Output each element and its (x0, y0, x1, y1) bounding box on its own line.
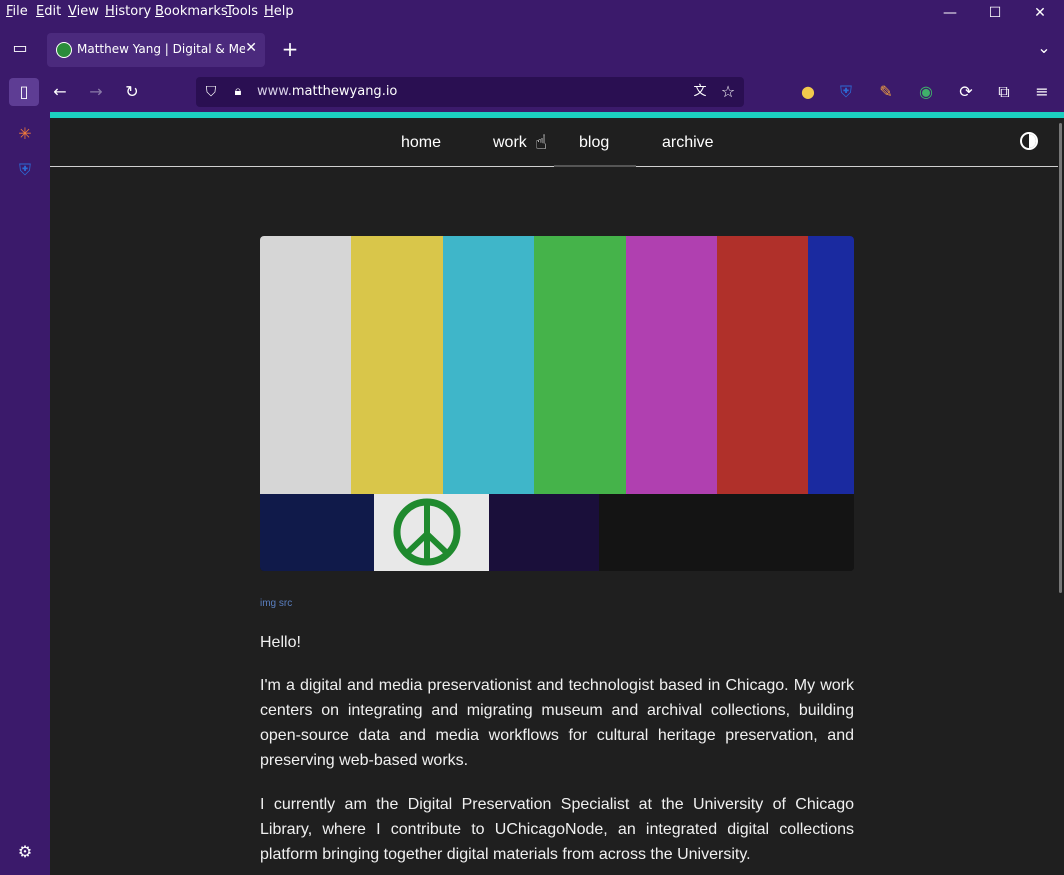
greeting: Hello! (260, 634, 301, 651)
site-navigation: home work blog archive (50, 118, 1060, 167)
browser-sidebar: ✳ ⛨ ⚙ (0, 112, 50, 875)
sync-icon[interactable]: ⟳ (954, 80, 978, 104)
menu-tools[interactable]: Tools (226, 4, 258, 19)
menu-edit[interactable]: Edit (36, 4, 61, 19)
tracking-shield-icon[interactable]: ⛉ (199, 80, 223, 104)
menu-history[interactable]: History (105, 4, 151, 19)
close-window-icon[interactable]: ✕ (1020, 2, 1060, 24)
hero-image-color-bars (260, 236, 854, 571)
peace-favicon-icon (56, 42, 72, 58)
color-bars-bottom (260, 494, 854, 571)
sidebar-settings-gear-icon[interactable]: ⚙ (13, 840, 37, 864)
nav-link-blog[interactable]: blog (579, 134, 609, 152)
tab-title: Matthew Yang | Digital & Media Preservat… (77, 42, 245, 56)
menu-bar: File Edit View History Bookmarks Tools H… (0, 0, 1064, 24)
sidebar-bitwarden-icon[interactable]: ⛨ (13, 158, 37, 182)
current-role-paragraph: I currently am the Digital Preservation … (260, 796, 854, 863)
nav-link-work[interactable]: work (493, 134, 527, 152)
maximize-icon[interactable]: ☐ (975, 2, 1015, 24)
extension-avatar-icon[interactable]: ● (796, 80, 820, 104)
menu-bookmarks[interactable]: Bookmarks (155, 4, 228, 19)
tab-active[interactable]: Matthew Yang | Digital & Media Preservat… (47, 33, 265, 67)
hand-cursor-icon: ☝ (535, 130, 548, 154)
theme-toggle-icon[interactable] (1020, 132, 1038, 150)
new-tab-icon[interactable]: + (278, 37, 302, 61)
menu-file[interactable]: File (6, 4, 28, 19)
nav-link-home[interactable]: home (401, 134, 441, 152)
peace-sign-icon (374, 494, 489, 571)
sidebar-ai-icon[interactable]: ✳ (13, 122, 37, 146)
url-bar[interactable]: ⛉ 🔒︎ www.matthewyang.io 文 ☆ (196, 77, 744, 107)
web-page: home work blog archive img src Hello! I'… (50, 118, 1060, 875)
menu-help[interactable]: Help (264, 4, 294, 19)
extensions-puzzle-icon[interactable]: ⧉ (992, 80, 1016, 104)
extension-sync-icon[interactable]: ◉ (914, 80, 938, 104)
menu-view[interactable]: View (68, 4, 99, 19)
translate-icon[interactable]: 文 (688, 80, 712, 104)
nav-toolbar: ▯ ← → ↻ ⛉ 🔒︎ www.matthewyang.io 文 ☆ ● ⛨ … (0, 72, 1064, 112)
minimize-icon[interactable]: — (930, 2, 970, 24)
scrollbar-thumb[interactable] (1059, 123, 1062, 593)
color-bars (260, 236, 854, 494)
sidebar-toggle-icon[interactable]: ▯ (9, 78, 39, 106)
intro-paragraph: I'm a digital and media preservationist … (260, 677, 854, 769)
page-scrollbar[interactable] (1058, 118, 1064, 875)
tab-bar: ▭ Matthew Yang | Digital & Media Preserv… (0, 24, 1064, 72)
back-icon[interactable]: ← (48, 80, 72, 104)
extension-badge-icon[interactable]: ✎ (874, 80, 898, 104)
bookmark-star-icon[interactable]: ☆ (716, 80, 740, 104)
tab-list-chevron-icon[interactable]: ⌄ (1032, 36, 1056, 60)
url-text[interactable]: www.matthewyang.io (257, 84, 397, 99)
nav-link-archive[interactable]: archive (662, 134, 714, 152)
forward-icon[interactable]: → (84, 80, 108, 104)
tab-manager-icon[interactable]: ▭ (8, 36, 32, 60)
tab-close-icon[interactable]: ✕ (245, 40, 257, 56)
app-menu-icon[interactable]: ≡ (1030, 80, 1054, 104)
lock-icon[interactable]: 🔒︎ (226, 80, 250, 104)
reload-icon[interactable]: ↻ (120, 80, 144, 104)
image-source-link[interactable]: img src (260, 598, 292, 609)
bitwarden-icon[interactable]: ⛨ (834, 80, 858, 104)
nav-active-indicator (554, 165, 636, 167)
